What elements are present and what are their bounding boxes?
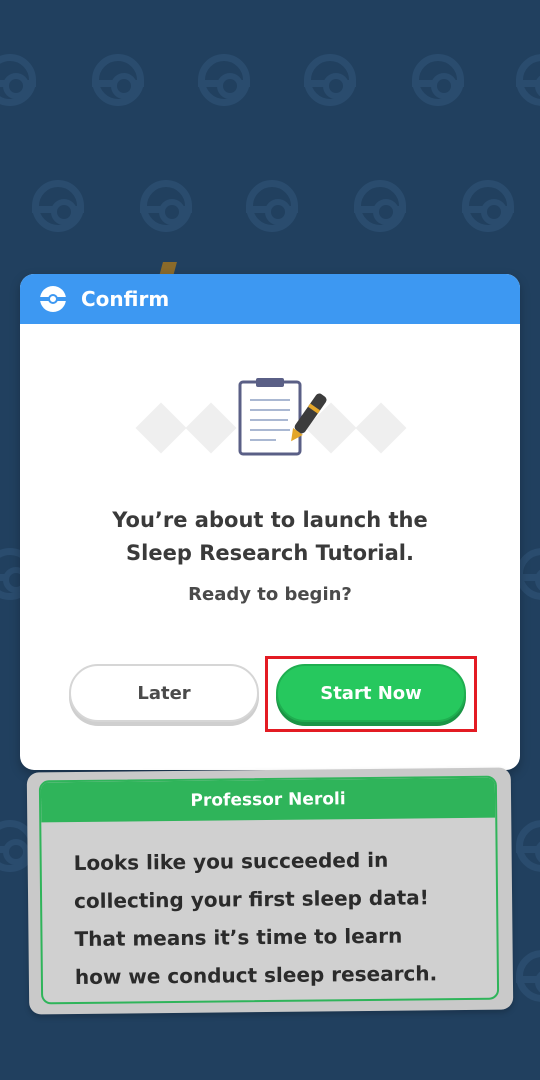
message-line: You’re about to launch the	[112, 508, 428, 532]
pokeball-icon	[412, 54, 464, 106]
pokeball-icon	[198, 54, 250, 106]
later-button[interactable]: Later	[69, 664, 259, 722]
highlight-box	[265, 656, 477, 732]
speech-line: collecting your first sleep data!	[73, 885, 429, 914]
speech-line: Looks like you succeeded in	[73, 847, 389, 876]
pokeball-icon	[40, 286, 66, 312]
speech-frame: Professor Neroli Looks like you succeede…	[38, 775, 500, 1005]
pokeball-icon	[462, 180, 514, 232]
message-line: Sleep Research Tutorial.	[126, 541, 414, 565]
speech-text: Looks like you succeeded in collecting y…	[41, 818, 497, 997]
tutorial-illustration	[20, 374, 520, 464]
pokeball-icon	[0, 54, 36, 106]
dialog-subtext: Ready to begin?	[188, 584, 352, 605]
dialog-header: Confirm	[20, 274, 520, 324]
speech-panel: Professor Neroli Looks like you succeede…	[26, 767, 514, 1015]
pokeball-icon	[354, 180, 406, 232]
pokeball-icon	[516, 820, 540, 872]
pokeball-icon	[32, 180, 84, 232]
pokeball-icon	[140, 180, 192, 232]
dialog-message: You’re about to launch the Sleep Researc…	[20, 504, 520, 570]
pokeball-icon	[92, 54, 144, 106]
dialog-title: Confirm	[81, 287, 170, 311]
pokeball-icon	[246, 180, 298, 232]
pokeball-icon	[516, 54, 540, 106]
speaker-name: Professor Neroli	[40, 777, 496, 823]
pokeball-icon	[516, 950, 540, 1002]
speech-line: That means it’s time to learn	[74, 923, 403, 952]
pokeball-icon	[304, 54, 356, 106]
clipboard-icon	[238, 378, 327, 456]
speech-line: how we conduct sleep research.	[74, 961, 438, 990]
